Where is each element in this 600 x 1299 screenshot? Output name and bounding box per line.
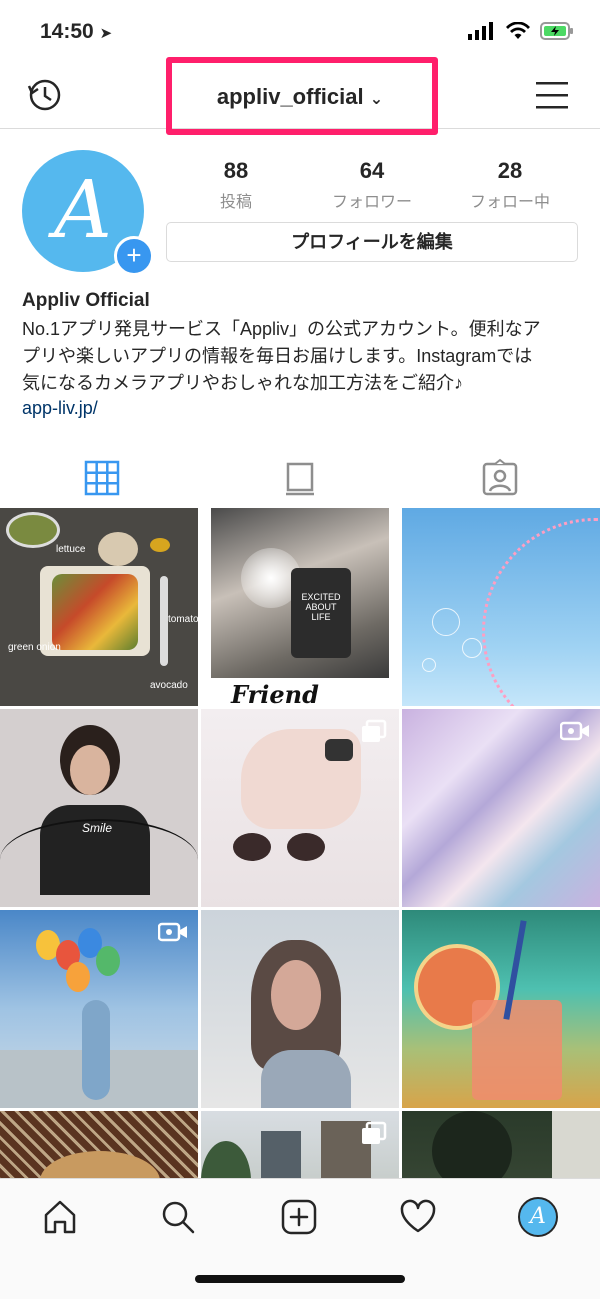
post-caption-label: Friend <box>231 680 319 706</box>
wifi-icon <box>506 22 530 39</box>
menu-icon[interactable] <box>536 80 568 110</box>
post-thumbnail[interactable] <box>0 1111 198 1178</box>
profile-name: Appliv Official <box>22 290 150 311</box>
post-caption-label: green onion <box>8 642 61 653</box>
profile-avatar[interactable]: A <box>518 1197 558 1237</box>
post-thumbnail[interactable] <box>402 1111 600 1178</box>
feed-icon[interactable] <box>280 458 320 498</box>
battery-icon <box>540 22 573 40</box>
username-highlight-box <box>166 57 438 135</box>
search-icon[interactable] <box>158 1197 198 1237</box>
add-post-icon[interactable] <box>279 1197 319 1237</box>
post-caption-label: lettuce <box>56 544 86 555</box>
post-thumbnail[interactable] <box>402 709 600 907</box>
home-icon[interactable] <box>40 1197 80 1237</box>
post-caption-label: Smile <box>82 821 113 835</box>
edit-profile-button[interactable]: プロフィールを編集 <box>166 222 578 262</box>
post-thumbnail[interactable]: lettuce tomato green onion avocado <box>0 508 198 706</box>
status-time: 14:50 ➤ <box>40 20 113 43</box>
add-story-button[interactable]: + <box>114 236 154 276</box>
post-caption-label: EXCITED ABOUT LIFE <box>301 592 341 622</box>
post-thumbnail[interactable] <box>0 910 198 1108</box>
post-thumbnail[interactable] <box>402 910 600 1108</box>
carousel-icon <box>362 1121 387 1144</box>
grid-icon[interactable] <box>82 458 122 498</box>
tagged-icon[interactable] <box>480 458 520 498</box>
post-thumbnail[interactable] <box>201 910 399 1108</box>
post-thumbnail[interactable] <box>201 709 399 907</box>
profile-bio: No.1アプリ発見サービス「Appliv」の公式アカウント。便利なア プリや楽し… <box>22 319 541 393</box>
carousel-icon <box>362 719 387 742</box>
profile-link[interactable]: app-liv.jp/ <box>22 398 98 419</box>
video-icon <box>158 922 187 942</box>
signal-icon <box>468 22 493 40</box>
post-grid: lettuce tomato green onion avocado EXCIT… <box>0 508 600 1178</box>
status-icons <box>468 22 574 40</box>
post-thumbnail[interactable] <box>402 508 600 706</box>
following-count[interactable]: 28 フォロー中 <box>450 158 570 212</box>
post-caption-label: tomato <box>168 614 198 625</box>
post-caption-label: avocado <box>150 680 188 691</box>
post-thumbnail[interactable]: EXCITED ABOUT LIFE Friend <box>201 508 399 706</box>
followers-count[interactable]: 64 フォロワー <box>312 158 432 212</box>
post-thumbnail[interactable] <box>201 1111 399 1178</box>
activity-heart-icon[interactable] <box>398 1197 438 1237</box>
video-icon <box>560 721 589 741</box>
posts-count[interactable]: 88 投稿 <box>176 158 296 212</box>
home-indicator <box>195 1275 405 1283</box>
post-thumbnail[interactable]: Smile <box>0 709 198 907</box>
